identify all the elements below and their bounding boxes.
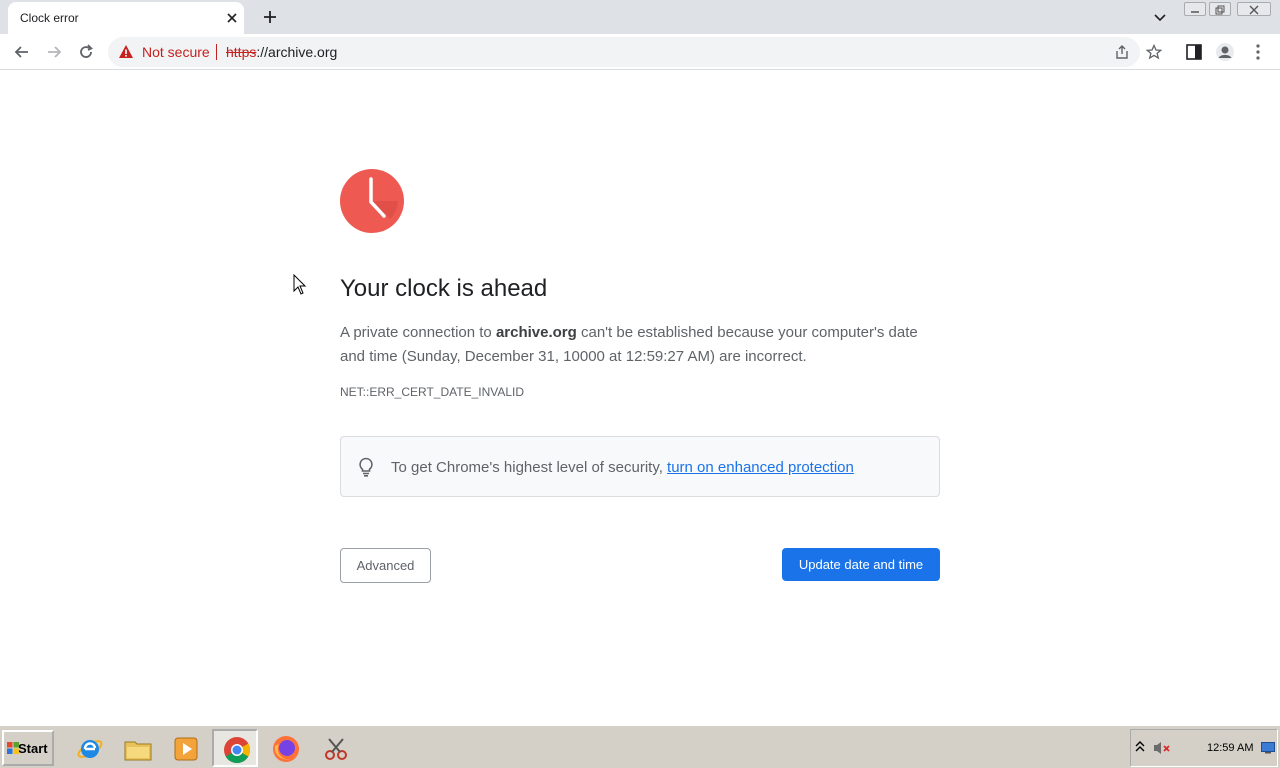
forward-icon[interactable] <box>44 42 64 62</box>
chrome-icon <box>224 737 251 764</box>
taskbar-app-firefox[interactable] <box>262 729 308 767</box>
taskbar-app-media-player[interactable] <box>162 729 208 767</box>
chevron-down-icon[interactable] <box>1152 9 1168 25</box>
error-code[interactable]: NET::ERR_CERT_DATE_INVALID <box>340 385 524 399</box>
close-icon[interactable] <box>224 10 240 26</box>
enhanced-protection-link[interactable]: turn on enhanced protection <box>667 459 854 476</box>
clock-icon <box>340 169 404 233</box>
lightbulb-icon <box>359 457 373 477</box>
advanced-button[interactable]: Advanced <box>340 548 431 583</box>
start-button[interactable]: Start <box>2 730 54 766</box>
tip-prefix: To get Chrome's highest level of securit… <box>391 459 668 476</box>
url-scheme: https <box>226 44 257 60</box>
reload-icon[interactable] <box>76 42 96 62</box>
tray-expand-icon[interactable] <box>1135 740 1145 754</box>
interstitial-page: Your clock is ahead A private connection… <box>0 71 1280 724</box>
taskbar: Start 12:59 AM <box>0 724 1280 768</box>
body-prefix: A private connection to <box>340 324 496 341</box>
taskbar-app-internet-explorer[interactable] <box>66 729 112 767</box>
security-divider <box>216 44 217 60</box>
tab-strip: Clock error <box>0 0 1280 34</box>
toolbar: Not secure https://archive.org <box>0 34 1280 70</box>
warning-icon[interactable] <box>118 44 134 60</box>
firefox-icon <box>273 736 299 762</box>
share-icon[interactable] <box>1114 44 1130 60</box>
profile-avatar-icon[interactable] <box>1215 42 1235 62</box>
page-title: Your clock is ahead <box>340 275 548 302</box>
security-label[interactable]: Not secure <box>142 44 210 60</box>
scissors-icon <box>325 738 347 760</box>
tip-text: To get Chrome's highest level of securit… <box>391 459 854 476</box>
start-label: Start <box>18 740 48 756</box>
folder-icon <box>124 741 152 761</box>
error-description: A private connection to archive.org can'… <box>340 321 940 369</box>
system-tray: 12:59 AM <box>1130 729 1278 767</box>
url-text[interactable]: https://archive.org <box>226 44 337 60</box>
tab-clock-error[interactable]: Clock error <box>8 2 244 34</box>
url-host: ://archive.org <box>256 44 338 60</box>
windows-logo-icon <box>7 742 19 754</box>
minimize-button[interactable] <box>1184 2 1206 16</box>
close-window-icon <box>1249 5 1259 15</box>
new-tab-icon[interactable] <box>260 7 280 27</box>
window-close-button[interactable] <box>1237 2 1271 16</box>
minimize-icon <box>1191 11 1199 13</box>
media-player-icon <box>174 737 198 761</box>
taskbar-app-snipping-tool[interactable] <box>312 729 358 767</box>
enhanced-protection-tip: To get Chrome's highest level of securit… <box>340 436 940 497</box>
mouse-cursor-icon <box>293 274 307 295</box>
restore-icon <box>1215 5 1225 15</box>
bookmark-star-icon[interactable] <box>1146 44 1162 60</box>
show-desktop-icon[interactable] <box>1261 742 1275 754</box>
update-date-time-button[interactable]: Update date and time <box>782 548 940 581</box>
taskbar-app-file-explorer[interactable] <box>114 729 160 767</box>
volume-muted-icon[interactable] <box>1153 740 1171 756</box>
restore-button[interactable] <box>1209 2 1231 16</box>
internet-explorer-icon <box>77 740 103 758</box>
back-icon[interactable] <box>12 42 32 62</box>
menu-icon[interactable] <box>1248 42 1268 62</box>
side-panel-icon[interactable] <box>1184 42 1204 62</box>
body-domain: archive.org <box>495 324 577 341</box>
tab-title: Clock error <box>20 11 79 25</box>
taskbar-clock[interactable]: 12:59 AM <box>1207 742 1253 754</box>
taskbar-app-chrome[interactable] <box>212 729 258 767</box>
address-bar[interactable]: Not secure https://archive.org <box>108 37 1162 67</box>
